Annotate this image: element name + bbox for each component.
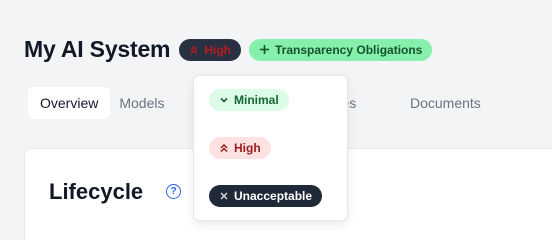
page: My AI System High Transparency Obligatio… [0, 0, 552, 240]
header: My AI System High Transparency Obligatio… [24, 36, 433, 63]
menu-item-label: Unacceptable [234, 189, 313, 203]
help-glyph: ? [170, 186, 177, 197]
tab-documents[interactable]: Documents [401, 87, 481, 119]
menu-item-minimal[interactable]: Minimal [209, 89, 289, 111]
help-icon[interactable]: ? [166, 184, 181, 199]
transparency-badge[interactable]: Transparency Obligations [248, 38, 433, 61]
plus-icon [259, 45, 269, 54]
close-icon [220, 192, 228, 200]
double-chevron-up-icon [190, 45, 198, 54]
risk-level-dropdown-button[interactable]: High [179, 38, 241, 61]
tab-models[interactable]: Models [110, 87, 173, 119]
menu-item-label: Minimal [234, 93, 279, 107]
page-title: My AI System [24, 36, 171, 62]
risk-level-label: High [204, 42, 231, 57]
menu-item-unacceptable[interactable]: Unacceptable [209, 185, 323, 207]
section-title: Lifecycle [49, 179, 144, 204]
menu-item-high[interactable]: High [209, 137, 271, 159]
transparency-label: Transparency Obligations [274, 42, 423, 57]
tab-overview[interactable]: Overview [28, 87, 111, 119]
risk-level-menu: Minimal High Unacceptable [193, 75, 348, 221]
double-chevron-up-icon [220, 143, 228, 153]
chevron-down-icon [220, 97, 228, 103]
menu-item-label: High [234, 141, 261, 155]
tab-bar: Overview Models [28, 87, 174, 119]
